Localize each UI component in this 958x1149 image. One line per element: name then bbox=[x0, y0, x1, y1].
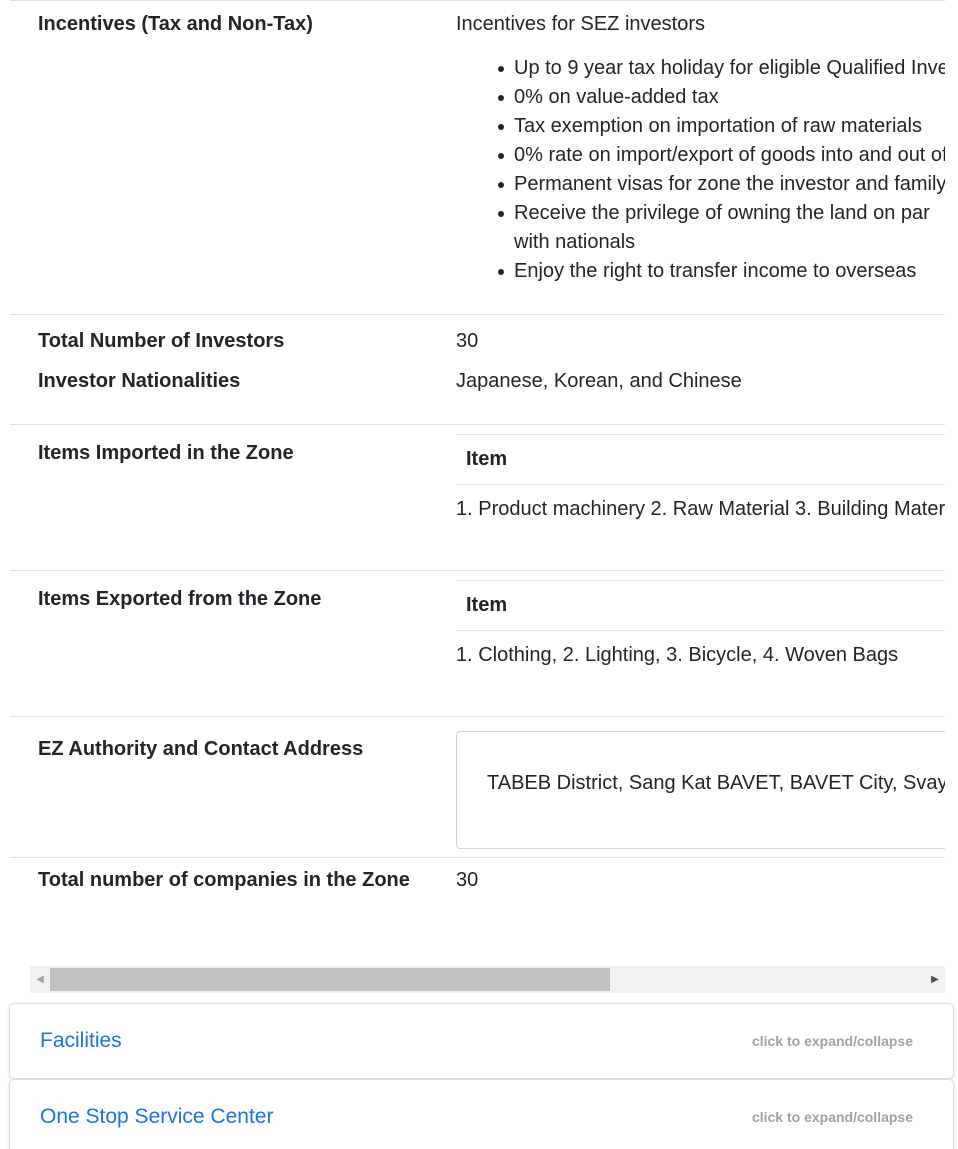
list-item: 0% rate on import/export of goods into a… bbox=[498, 141, 945, 170]
items-exported-header: Item bbox=[456, 580, 945, 631]
items-exported-label: Items Exported from the Zone bbox=[38, 588, 322, 610]
scrollbar-thumb[interactable] bbox=[50, 968, 610, 991]
list-item: Enjoy the right to transfer income to ov… bbox=[498, 257, 945, 286]
accordion-header[interactable]: Facilities click to expand/collapse bbox=[10, 1004, 953, 1078]
scroll-right-icon[interactable]: ▶ bbox=[925, 966, 945, 993]
expand-collapse-hint: click to expand/collapse bbox=[751, 1109, 913, 1125]
items-imported-value: 1. Product machinery 2. Raw Material 3. … bbox=[456, 484, 945, 524]
row-authority: EZ Authority and Contact Address TABEB D… bbox=[10, 716, 945, 858]
accordion-facilities[interactable]: Facilities click to expand/collapse bbox=[9, 1003, 954, 1079]
items-exported-value: 1. Clothing, 2. Lighting, 3. Bicycle, 4.… bbox=[456, 630, 945, 670]
total-investors-label: Total Number of Investors bbox=[38, 330, 285, 352]
list-item: Permanent visas for zone the investor an… bbox=[498, 170, 945, 199]
page: Incentives (Tax and Non-Tax) Incentives … bbox=[0, 0, 958, 1149]
items-imported-table: Item 1. Product machinery 2. Raw Materia… bbox=[456, 434, 945, 524]
expand-collapse-hint: click to expand/collapse bbox=[751, 1033, 913, 1049]
items-exported-table: Item 1. Clothing, 2. Lighting, 3. Bicycl… bbox=[456, 580, 945, 670]
accordion-header[interactable]: One Stop Service Center click to expand/… bbox=[10, 1080, 953, 1149]
incentives-label: Incentives (Tax and Non-Tax) bbox=[38, 13, 313, 35]
details-table-viewport: Incentives (Tax and Non-Tax) Incentives … bbox=[10, 0, 945, 964]
authority-address: TABEB District, Sang Kat BAVET, BAVET Ci… bbox=[487, 772, 945, 794]
one-stop-service-link[interactable]: One Stop Service Center bbox=[40, 1105, 273, 1129]
items-imported-label: Items Imported in the Zone bbox=[38, 442, 294, 464]
row-total-investors: Total Number of Investors 30 bbox=[10, 314, 945, 362]
companies-value: 30 bbox=[456, 869, 479, 891]
row-items-imported: Items Imported in the Zone Item 1. Produ… bbox=[10, 424, 945, 571]
total-investors-value: 30 bbox=[456, 330, 479, 352]
items-imported-header: Item bbox=[456, 434, 945, 485]
list-item: Tax exemption on importation of raw mate… bbox=[498, 112, 945, 141]
nationalities-value: Japanese, Korean, and Chinese bbox=[456, 370, 742, 392]
nationalities-label: Investor Nationalities bbox=[38, 370, 241, 392]
authority-address-box: TABEB District, Sang Kat BAVET, BAVET Ci… bbox=[456, 731, 945, 849]
row-companies: Total number of companies in the Zone 30 bbox=[10, 857, 945, 895]
facilities-link[interactable]: Facilities bbox=[40, 1029, 122, 1053]
list-item: Receive the privilege of owning the land… bbox=[498, 199, 945, 257]
horizontal-scrollbar[interactable]: ◀ ▶ bbox=[30, 966, 945, 993]
authority-label: EZ Authority and Contact Address bbox=[38, 738, 364, 760]
companies-label: Total number of companies in the Zone bbox=[38, 869, 410, 891]
zone-details-table: Incentives (Tax and Non-Tax) Incentives … bbox=[10, 0, 945, 895]
scroll-left-icon[interactable]: ◀ bbox=[30, 966, 50, 993]
row-nationalities: Investor Nationalities Japanese, Korean,… bbox=[10, 362, 945, 425]
row-incentives: Incentives (Tax and Non-Tax) Incentives … bbox=[10, 0, 945, 315]
accordion-one-stop-service[interactable]: One Stop Service Center click to expand/… bbox=[9, 1079, 954, 1149]
incentives-list: Up to 9 year tax holiday for eligible Qu… bbox=[456, 54, 945, 286]
incentives-intro: Incentives for SEZ investors bbox=[456, 13, 705, 35]
list-item: 0% on value-added tax bbox=[498, 83, 945, 112]
row-items-exported: Items Exported from the Zone Item 1. Clo… bbox=[10, 570, 945, 717]
list-item: Up to 9 year tax holiday for eligible Qu… bbox=[498, 54, 945, 83]
